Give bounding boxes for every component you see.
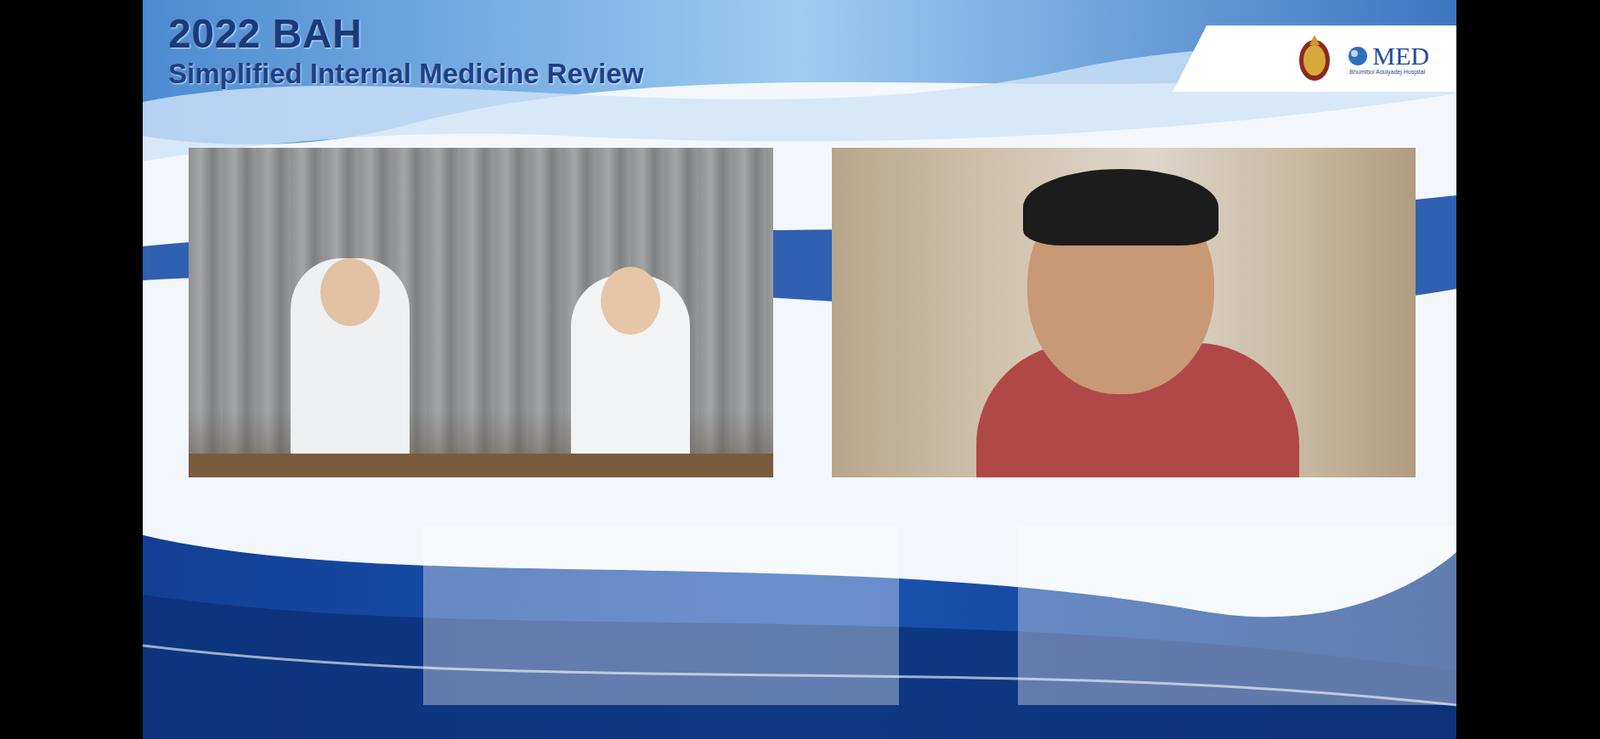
event-subtitle: Simplified Internal Medicine Review (168, 56, 644, 91)
right-letterbox (1456, 0, 1600, 739)
remote-video (831, 147, 1416, 478)
seal-icon (1295, 33, 1334, 85)
hospital-logo: MED Bhumibol Adulyadej Hospital (1172, 25, 1457, 92)
broadcast-frame: 2022 BAH Simplified Internal Medicine Re… (142, 0, 1457, 739)
logo-caption: Bhumibol Adulyadej Hospital (1349, 68, 1425, 75)
logo-text: MED (1372, 43, 1430, 69)
left-letterbox (0, 0, 143, 739)
event-title: 2022 BAH (168, 11, 644, 57)
globe-icon (1345, 45, 1371, 68)
studio-video (188, 147, 774, 478)
